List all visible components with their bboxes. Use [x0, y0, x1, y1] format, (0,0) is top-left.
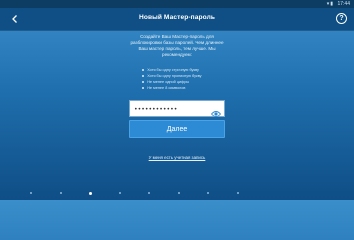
bullet-icon: [142, 74, 145, 78]
signal-indicator: ▾▮: [326, 1, 334, 7]
next-button[interactable]: Далее: [129, 120, 225, 138]
pagination-dot: [207, 192, 210, 195]
requirement-item: Не менее 8 символов: [142, 85, 232, 91]
app-bar: Новый Мастер-пароль ?: [0, 8, 354, 31]
pagination-dot: [177, 192, 180, 195]
pagination-dot: [59, 192, 62, 195]
password-input[interactable]: [134, 103, 210, 115]
pagination-dot: [148, 192, 151, 195]
pagination-dot: [118, 192, 121, 195]
bullet-icon: [142, 80, 145, 84]
requirement-label: Хотя бы одну строчную букву: [147, 68, 199, 72]
requirement-label: Хотя бы одну прописную букву: [147, 74, 202, 78]
password-field: [129, 100, 225, 117]
requirement-label: Не менее одной цифры: [147, 80, 190, 84]
requirements-list: Хотя бы одну строчную букву Хотя бы одну…: [142, 67, 232, 91]
status-bar: ▾▮ 17:44: [0, 0, 354, 8]
existing-account-link[interactable]: У меня есть учетная запись: [0, 155, 354, 160]
bullet-icon: [142, 68, 145, 72]
eye-icon[interactable]: [210, 105, 222, 117]
status-time: 17:44: [337, 1, 350, 7]
pagination-dots: [0, 191, 354, 197]
bullet-icon: [142, 86, 145, 90]
pagination-dot: [30, 192, 33, 195]
pagination-dot-active: [89, 191, 93, 195]
page-title: Новый Мастер-пароль: [138, 14, 216, 21]
help-icon[interactable]: ?: [336, 13, 347, 24]
instructions-text: Создайте Ваш Мастер-пароль для разблокир…: [130, 34, 224, 57]
requirement-label: Не менее 8 символов: [147, 86, 186, 90]
pagination-dot: [236, 192, 239, 195]
